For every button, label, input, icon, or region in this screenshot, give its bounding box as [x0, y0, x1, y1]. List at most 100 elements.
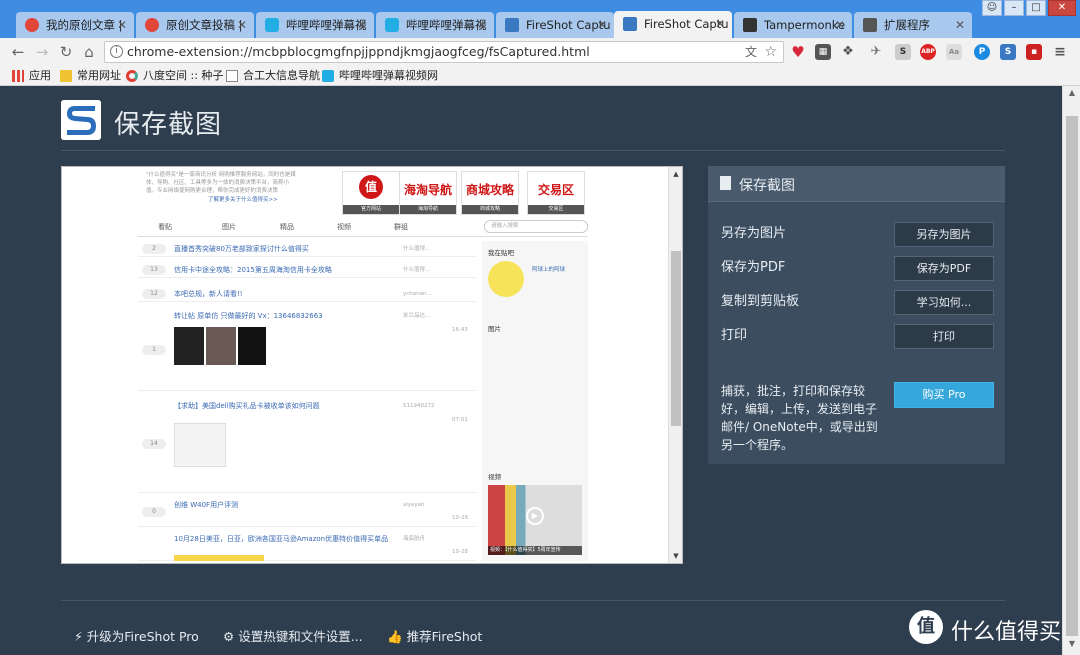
row-time: 10-28	[452, 515, 468, 521]
action-label: 另存为图片	[721, 226, 787, 241]
close-icon[interactable]: ✕	[477, 12, 487, 38]
extension-icon[interactable]: ▦	[815, 44, 831, 60]
preview-tab: 图片	[222, 223, 236, 231]
browser-tab[interactable]: 哔哩哔哩弹幕视 ✕	[256, 12, 374, 38]
print-button[interactable]: 打印	[894, 324, 994, 349]
browser-tab[interactable]: FireShot Captu ✕	[496, 12, 614, 38]
video-caption: 视频：【什么值得买】5周年宣传	[488, 546, 582, 555]
settings-link[interactable]: ⚙ 设置热键和文件设置...	[223, 626, 363, 645]
browser-tab-active[interactable]: FireShot Captu ✕	[614, 11, 732, 38]
save-image-button[interactable]: 另存为图片	[894, 222, 994, 247]
maximize-icon[interactable]: □	[1026, 0, 1046, 16]
buy-pro-button[interactable]: 购买 Pro	[894, 382, 994, 408]
browser-tab[interactable]: 原创文章投稿 | ✕	[136, 12, 254, 38]
promo-text: 交易区	[537, 183, 574, 197]
browser-tab-bar: 我的原创文章 | ✕ 原创文章投稿 | ✕ 哔哩哔哩弹幕视 ✕ 哔哩哔哩弹幕视 ✕ …	[0, 0, 1080, 38]
extension-icon[interactable]: ▪	[1026, 44, 1042, 60]
preview-scrollbar[interactable]: ▲ ▼	[668, 167, 682, 563]
close-icon[interactable]: ✕	[955, 12, 965, 38]
bookmark-folder[interactable]: 常用网址	[60, 67, 121, 85]
preview-search: 请输入搜索	[484, 220, 588, 233]
address-bar[interactable]: i chrome-extension://mcbpblocgmgfnpjjppn…	[104, 41, 784, 63]
minimize-icon[interactable]: –	[1004, 0, 1024, 16]
row-time: 10-28	[452, 549, 468, 555]
scroll-up-icon[interactable]: ▲	[1063, 88, 1080, 102]
extension-icon[interactable]: Aa	[946, 44, 962, 60]
pro-description: 捕获，批注，打印和保存较好，编辑，上传，发送到电子邮件/ OneNote中，或导…	[721, 384, 878, 452]
highlight-bar	[174, 555, 264, 561]
close-icon[interactable]: ✕	[117, 12, 127, 38]
close-icon[interactable]: ✕	[835, 12, 845, 38]
row-meta: xiyeyah	[403, 502, 425, 508]
weibo-icon	[25, 18, 39, 32]
heart-icon[interactable]: ♥	[790, 44, 806, 60]
close-icon[interactable]: ✕	[715, 11, 725, 37]
apps-icon	[12, 70, 24, 82]
bookmark-link[interactable]: 八度空间 :: 种子	[126, 67, 223, 85]
divider	[61, 150, 1005, 151]
thumbs-up-icon: 👍	[387, 629, 403, 644]
info-icon[interactable]: i	[110, 45, 123, 58]
action-label: 复制到剪贴板	[721, 294, 800, 309]
translate-icon[interactable]: 文	[745, 42, 757, 62]
forward-icon[interactable]: →	[32, 42, 52, 62]
extension-icon[interactable]: S	[895, 44, 911, 60]
recommend-label: 推荐FireShot	[406, 629, 483, 644]
bolt-icon: ⚡	[74, 629, 83, 644]
tab-label: 我的原创文章 |	[46, 18, 123, 32]
tab-label: 扩展程序	[884, 18, 930, 32]
page-scrollbar[interactable]: ▲ ▼	[1062, 86, 1080, 655]
home-icon[interactable]: ⌂	[79, 42, 99, 62]
bookmarks-bar: 应用 常用网址 八度空间 :: 种子 合工大信息导航 哔哩哔哩弹幕视频网	[0, 66, 1080, 86]
close-icon[interactable]: ✕	[597, 12, 607, 38]
save-pdf-button[interactable]: 保存为PDF	[894, 256, 994, 281]
star-icon[interactable]: ☆	[764, 42, 777, 62]
promo-tile: 交易区 交易区	[527, 171, 585, 215]
action-label: 打印	[721, 328, 748, 343]
browser-tab[interactable]: Tampermonke ✕	[734, 12, 852, 38]
scroll-down-icon[interactable]: ▼	[1063, 639, 1080, 653]
row-title: 本吧总规，新人请看!!	[174, 290, 243, 298]
promo-tile: 海淘导航 海淘导航	[399, 171, 457, 215]
fireshot-icon	[505, 18, 519, 32]
scrollbar-thumb[interactable]	[1066, 116, 1078, 636]
menu-icon[interactable]: ≡	[1052, 44, 1068, 60]
extension-icon[interactable]: ❖	[840, 44, 856, 60]
back-icon[interactable]: ←	[8, 42, 28, 62]
bookmark-apps[interactable]: 应用	[12, 67, 51, 85]
bilibili-icon	[265, 18, 279, 32]
adblock-icon[interactable]: ABP	[920, 44, 936, 60]
close-icon[interactable]: ✕	[357, 12, 367, 38]
scroll-up-icon[interactable]: ▲	[669, 170, 682, 178]
reload-icon[interactable]: ↻	[56, 42, 76, 62]
browser-tab[interactable]: 哔哩哔哩弹幕视 ✕	[376, 12, 494, 38]
preview-row: 2 直播首秀突破80万老部致家探讨什么值得买 什么值得...	[138, 241, 476, 257]
fireshot-icon[interactable]: S	[1000, 44, 1016, 60]
extension-icon[interactable]: ✈	[868, 44, 884, 60]
close-icon[interactable]: ✕	[237, 12, 247, 38]
scroll-down-icon[interactable]: ▼	[669, 552, 682, 560]
copy-clipboard-button[interactable]: 学习如何...	[894, 290, 994, 315]
preview-tab: 群组	[394, 223, 408, 231]
promo-caption: 海淘导航	[400, 205, 456, 214]
scrollbar-thumb[interactable]	[671, 251, 681, 426]
preview-row: 12 本吧总规，新人请看!! ychanan...	[138, 286, 476, 302]
video-thumbnail: ▶ 视频：【什么值得买】5周年宣传	[488, 485, 582, 555]
window-close-icon[interactable]: ✕	[1048, 0, 1076, 16]
play-icon: ▶	[526, 507, 544, 525]
promo-text: 海淘导航	[403, 183, 452, 197]
panel-title: 保存截图	[739, 178, 795, 194]
preview-sidebar: 我在贴吧 阿球上的阿球 图片 视频 ▶ 视频：【什么值得买】5周年宣传	[482, 241, 588, 561]
bookmark-link[interactable]: 哔哩哔哩弹幕视频网	[322, 67, 438, 85]
user-icon[interactable]: ☺	[982, 0, 1002, 16]
screenshot-preview[interactable]: "什么值得买"是一家商讯分析 网购推荐服务网站，同时也是媒体、导购、社区、工具等…	[61, 166, 683, 564]
recommend-link[interactable]: 👍 推荐FireShot	[387, 626, 482, 645]
tab-label: 原创文章投稿 |	[166, 18, 243, 32]
chrome-icon	[126, 70, 138, 82]
upgrade-link[interactable]: ⚡ 升级为FireShot Pro	[74, 626, 199, 645]
bookmark-link[interactable]: 合工大信息导航	[226, 67, 320, 85]
tab-label: 哔哩哔哩弹幕视	[286, 18, 367, 32]
extension-icon[interactable]: P	[974, 44, 990, 60]
browser-tab[interactable]: 扩展程序 ✕	[854, 12, 972, 38]
browser-tab[interactable]: 我的原创文章 | ✕	[16, 12, 134, 38]
